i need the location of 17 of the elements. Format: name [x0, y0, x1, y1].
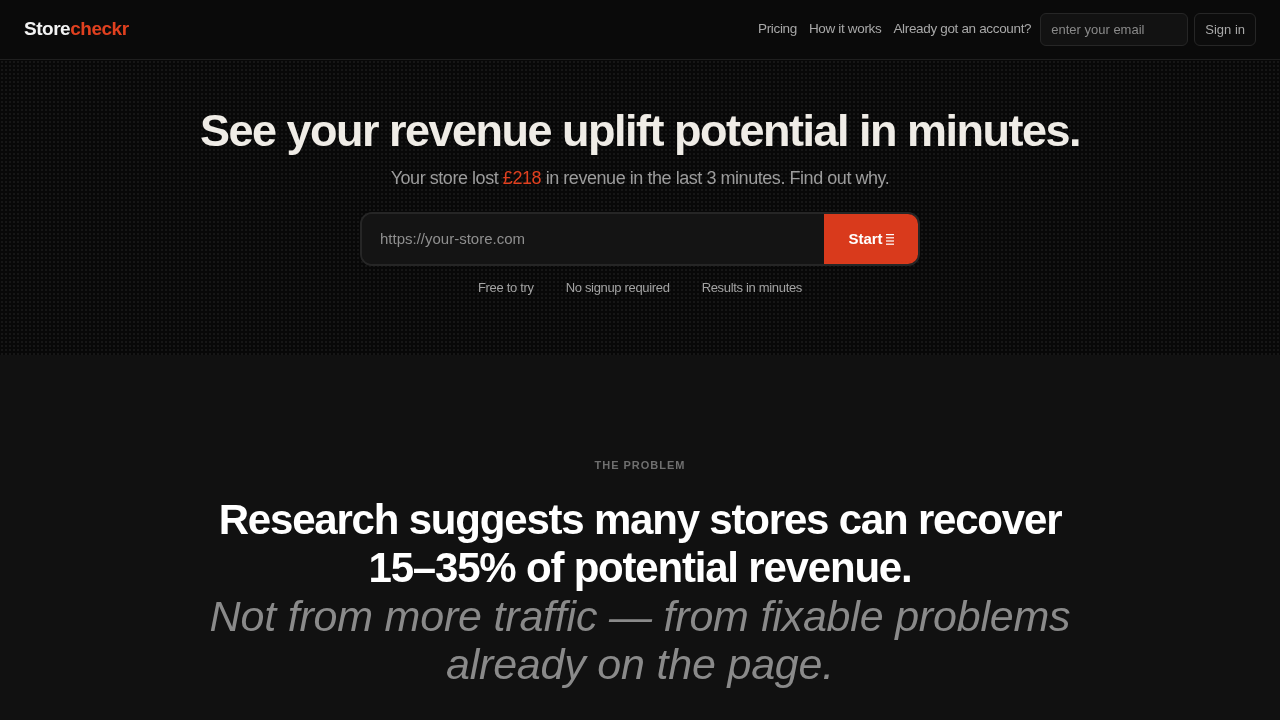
hero-subtitle: Your store lost £218 in revenue in the last 3 minutes. Find out why.	[390, 167, 890, 190]
feature-note: Free to try	[478, 279, 534, 297]
start-button[interactable]: Start	[824, 214, 918, 264]
url-field[interactable]: https://your-store.com Start	[360, 212, 920, 266]
account-prompt: Already got an account?	[892, 20, 1033, 39]
sign-in-button[interactable]: Sign in	[1194, 13, 1256, 46]
lines-icon	[885, 233, 894, 245]
problem-subheading: Not from more traffic — from fixable problems already on the page.	[208, 591, 1072, 688]
nav-link[interactable]: How it works	[805, 19, 885, 40]
hero-title: See your revenue uplift potential in minutes.	[199, 104, 1081, 158]
email-field[interactable]: enter your email	[1040, 13, 1189, 46]
problem-heading: Research suggests many stores can recover 15–35% of potential revenue.	[217, 495, 1063, 592]
nav-link[interactable]: Pricing	[755, 19, 800, 40]
feature-note: Results in minutes	[701, 279, 802, 297]
section-eyebrow: THE PROBLEM	[594, 458, 686, 473]
feature-note: No signup required	[565, 279, 670, 297]
logo[interactable]: Storecheckr	[24, 15, 129, 44]
